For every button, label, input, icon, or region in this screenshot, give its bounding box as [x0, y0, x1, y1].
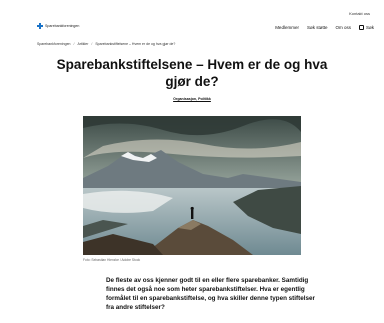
article-tags: Organisasjon, Politikk [0, 97, 384, 101]
contact-link[interactable]: Kontakt oss [349, 11, 370, 16]
breadcrumb-articles[interactable]: Artikler [77, 42, 88, 46]
logo-text: Sparebankforeningen [45, 24, 80, 28]
nav-item-about[interactable]: Om oss [335, 25, 351, 30]
site-logo[interactable]: Sparebankforeningen [37, 23, 79, 29]
breadcrumb-separator: / [73, 42, 75, 46]
breadcrumb-current: Sparebankstiftelsene – Hvem er de og hva… [95, 42, 176, 46]
breadcrumb-home[interactable]: Sparebankforeningen [37, 42, 70, 46]
article-lead: De fleste av oss kjenner godt til en ell… [106, 277, 315, 311]
main-nav: Medlemmer Søk støtte Om oss Søk [275, 25, 374, 30]
search-label: Søk [365, 25, 374, 30]
breadcrumb-separator: / [91, 42, 93, 46]
tags-link[interactable]: Organisasjon, Politikk [173, 97, 211, 101]
page-title: Sparebankstiftelsene – Hvem er de og hva… [56, 57, 328, 89]
site-header: Kontakt oss Sparebankforeningen Medlemme… [0, 0, 384, 40]
nav-item-members[interactable]: Medlemmer [275, 25, 299, 30]
hero-image [83, 116, 301, 255]
search-icon [358, 25, 364, 30]
breadcrumb: Sparebankforeningen / Artikler / Spareba… [37, 42, 175, 46]
nav-item-apply[interactable]: Søk støtte [307, 25, 328, 30]
image-caption: Foto: Sebastian Hienzke / Adobe Stock [83, 258, 141, 262]
search-button[interactable]: Søk [358, 25, 374, 30]
logo-icon [37, 23, 43, 29]
